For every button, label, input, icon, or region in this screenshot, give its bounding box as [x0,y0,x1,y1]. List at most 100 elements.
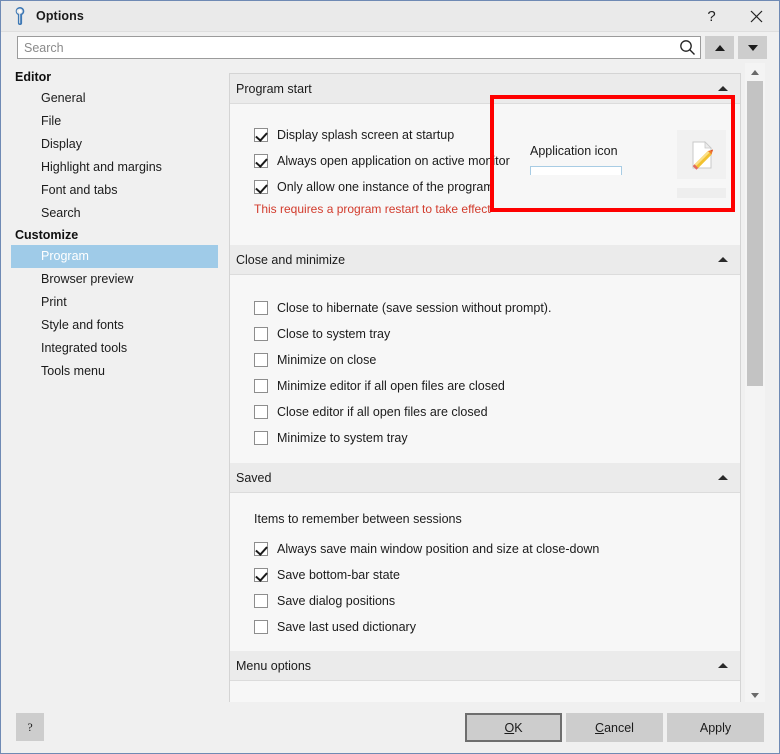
checkbox-row[interactable]: Minimize on close [230,347,740,373]
chevron-up-icon[interactable] [718,663,728,668]
checkbox-row[interactable]: Save last used dictionary [230,614,740,640]
settings-sidebar: Editor General File Display Highlight an… [1,63,226,704]
checkbox-row[interactable]: Save bottom-bar state [230,562,740,588]
checkbox-row[interactable]: Save dialog positions [230,588,740,614]
ok-button[interactable]: OK [465,713,562,742]
search-input[interactable] [18,37,674,58]
content-scrollbar[interactable] [745,63,765,704]
scrollbar-thumb[interactable] [747,81,763,386]
checkbox-minimize-editor-if-all-files-closed[interactable] [254,379,268,393]
sidebar-item-font-and-tabs[interactable]: Font and tabs [11,179,218,202]
checkbox-label: Display splash screen at startup [277,128,455,142]
checkbox-always-open-on-active-monitor[interactable] [254,154,268,168]
checkbox-close-editor-if-all-files-closed[interactable] [254,405,268,419]
titlebar-help-button[interactable]: ? [689,1,734,32]
checkbox-label: Minimize on close [277,353,377,367]
checkbox-label: Save last used dictionary [277,620,416,634]
checkbox-row[interactable]: Close to system tray [230,321,740,347]
settings-content-pane: Program start Display splash screen at s… [229,73,741,704]
checkbox-save-dialog-positions[interactable] [254,594,268,608]
checkbox-row[interactable]: Close to hibernate (save session without… [230,295,740,321]
checkbox-only-one-instance[interactable] [254,180,268,194]
checkbox-row[interactable]: Always save main window position and siz… [230,536,740,562]
dialog-footer: ? OK Cancel Apply [1,702,779,753]
checkbox-label: Save dialog positions [277,594,396,608]
sidebar-group-editor: Editor [15,70,52,84]
search-icon[interactable] [674,37,700,58]
section-header-program-start[interactable]: Program start [230,74,740,104]
chevron-up-icon[interactable] [718,257,728,262]
sidebar-item-tools-menu[interactable]: Tools menu [11,360,218,383]
section-header-menu-options[interactable]: Menu options [230,651,740,681]
ok-label-rest: K [514,720,523,735]
triangle-down-icon [747,44,758,51]
checkbox-row[interactable]: Minimize editor if all open files are cl… [230,373,740,399]
checkbox-save-bottom-bar-state[interactable] [254,568,268,582]
section-header-close-and-minimize[interactable]: Close and minimize [230,245,740,275]
document-pencil-icon [677,130,726,179]
application-icon-combobox[interactable] [530,166,622,175]
checkbox-label: Always save main window position and siz… [277,542,600,556]
search-field-wrapper[interactable] [17,36,701,59]
apply-button[interactable]: Apply [667,713,764,742]
section-title: Close and minimize [236,252,346,267]
checkbox-label: Only allow one instance of the program [277,180,494,194]
scroll-up-icon[interactable] [745,63,765,81]
search-bar [1,32,779,63]
scrollbar-track[interactable] [745,81,765,686]
title-bar: Options ? [1,1,779,32]
sidebar-item-browser-preview[interactable]: Browser preview [11,268,218,291]
sidebar-item-style-and-fonts[interactable]: Style and fonts [11,314,218,337]
section-title: Saved [236,470,272,485]
checkbox-label: Save bottom-bar state [277,568,400,582]
checkbox-close-to-hibernate[interactable] [254,301,268,315]
wrench-icon [7,1,33,32]
sidebar-item-print[interactable]: Print [11,291,218,314]
section-body-menu-options [230,681,740,703]
sidebar-item-display[interactable]: Display [11,133,218,156]
sidebar-item-file[interactable]: File [11,110,218,133]
sidebar-group-customize: Customize [15,228,79,242]
sidebar-item-search[interactable]: Search [11,202,218,225]
checkbox-display-splash-screen[interactable] [254,128,268,142]
application-icon-label: Application icon [530,144,618,158]
checkbox-row[interactable]: Minimize to system tray [230,425,740,451]
cancel-mnemonic: C [595,720,605,735]
section-header-saved[interactable]: Saved [230,463,740,493]
sidebar-item-program[interactable]: Program [11,245,218,268]
checkbox-minimize-to-system-tray[interactable] [254,431,268,445]
sidebar-item-highlight-and-margins[interactable]: Highlight and margins [11,156,218,179]
chevron-up-icon[interactable] [718,475,728,480]
application-icon-strip [677,188,726,198]
application-icon-group: Application icon [526,128,732,218]
triangle-up-icon [714,44,725,51]
cancel-label-rest: ancel [604,720,634,735]
ok-mnemonic: O [504,720,515,735]
checkbox-label: Minimize editor if all open files are cl… [277,379,505,393]
checkbox-minimize-on-close[interactable] [254,353,268,367]
close-icon[interactable] [734,1,779,32]
section-title: Menu options [236,658,312,673]
checkbox-label: Close editor if all open files are close… [277,405,488,419]
checkbox-label: Close to system tray [277,327,391,341]
section-body-close-and-minimize: Close to hibernate (save session without… [230,275,740,463]
checkbox-label: Always open application on active monito… [277,154,510,168]
saved-intro-text: Items to remember between sessions [254,512,462,526]
section-body-saved: Items to remember between sessions Alway… [230,493,740,651]
section-body-program-start: Display splash screen at startup Always … [230,104,740,245]
checkbox-row[interactable]: Close editor if all open files are close… [230,399,740,425]
search-prev-button[interactable] [705,36,734,59]
checkbox-save-last-used-dictionary[interactable] [254,620,268,634]
checkbox-close-to-system-tray[interactable] [254,327,268,341]
search-next-button[interactable] [738,36,767,59]
checkbox-label: Minimize to system tray [277,431,408,445]
checkbox-always-save-window-position[interactable] [254,542,268,556]
chevron-up-icon[interactable] [718,86,728,91]
window-controls: ? [689,1,779,32]
cancel-button[interactable]: Cancel [566,713,663,742]
checkbox-label: Close to hibernate (save session without… [277,301,552,315]
window-title: Options [36,9,84,23]
sidebar-item-integrated-tools[interactable]: Integrated tools [11,337,218,360]
sidebar-item-general[interactable]: General [11,87,218,110]
help-button[interactable]: ? [16,713,44,741]
